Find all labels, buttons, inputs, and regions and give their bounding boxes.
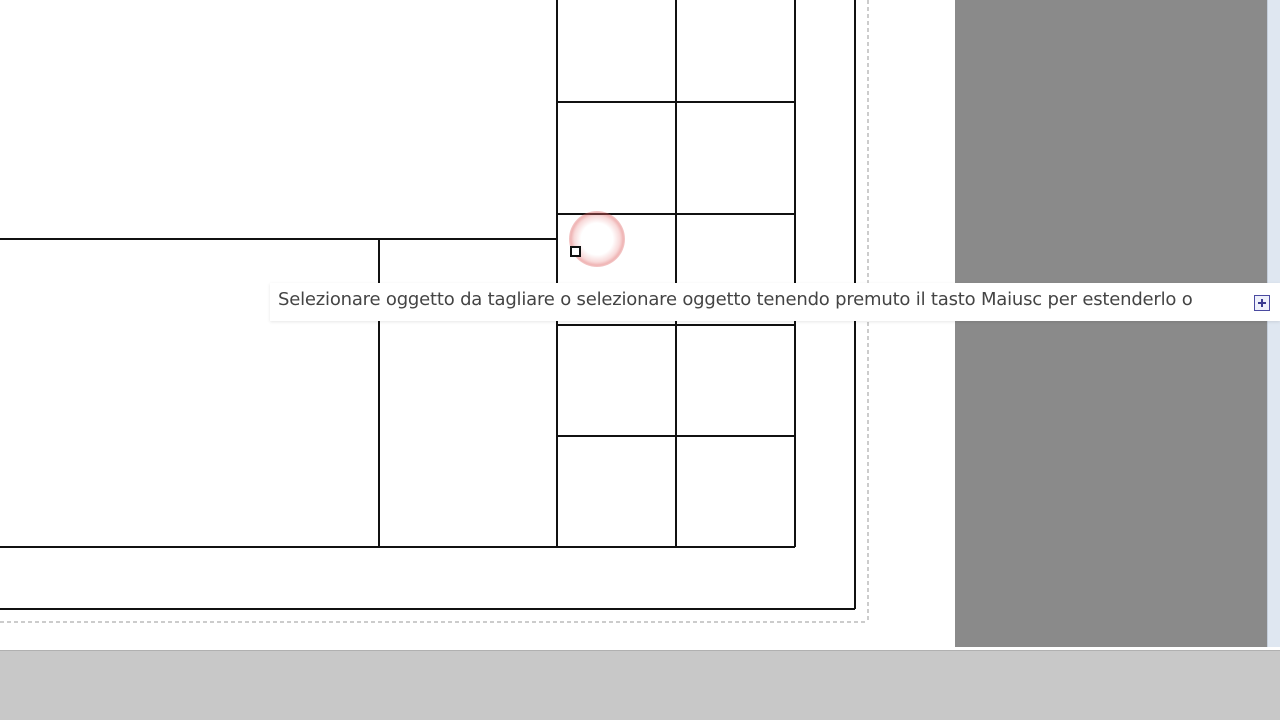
cursor-highlight [569,211,625,267]
tooltip-text: Selezionare oggetto da tagliare o selezi… [278,289,1193,310]
pickbox-cursor-icon [570,246,581,257]
expand-plus-icon[interactable] [1254,295,1270,311]
drawing-svg [0,0,869,623]
side-panel [955,0,1267,647]
command-prompt-tooltip: Selezionare oggetto da tagliare o selezi… [270,283,1280,321]
vertical-scrollbar[interactable] [1267,0,1280,647]
status-bar [0,650,1280,720]
drawing-canvas[interactable] [0,0,955,650]
cad-application: Selezionare oggetto da tagliare o selezi… [0,0,1280,720]
